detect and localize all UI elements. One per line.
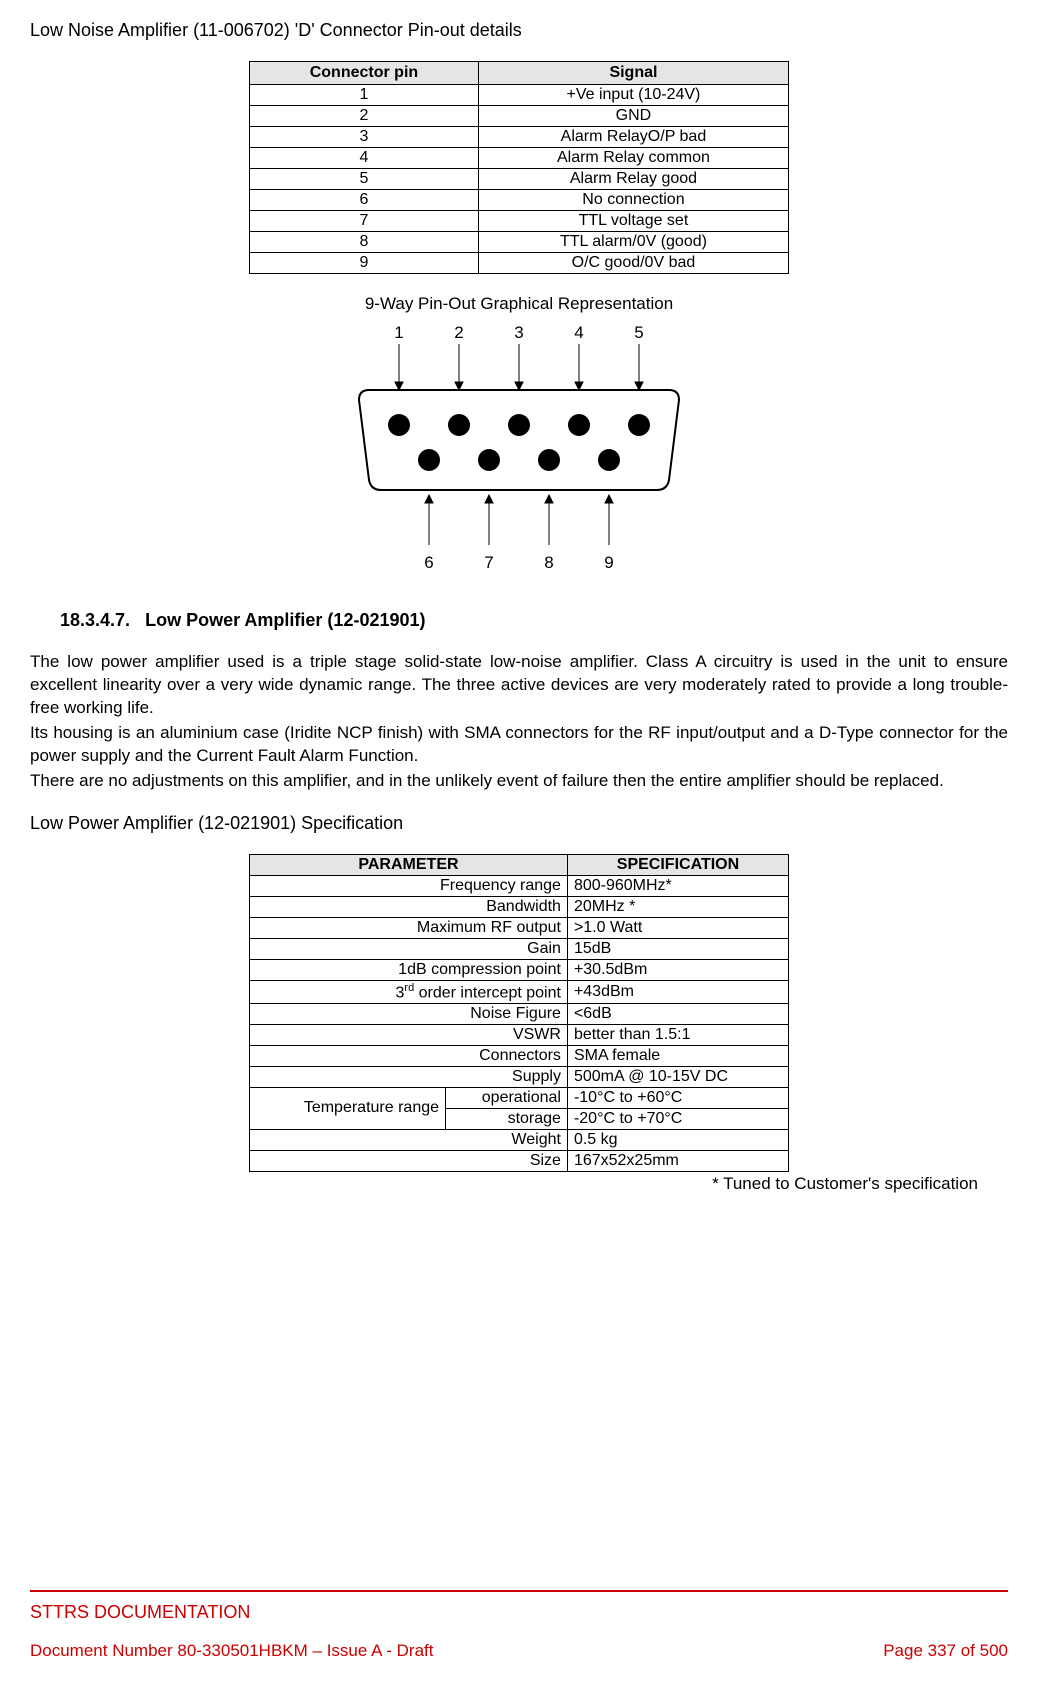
table-row: Maximum RF output>1.0 Watt xyxy=(250,917,789,938)
param-cell: Maximum RF output xyxy=(250,917,568,938)
paragraph-1: The low power amplifier used is a triple… xyxy=(30,651,1008,720)
footer-title: STTRS DOCUMENTATION xyxy=(30,1602,1008,1623)
table-row: Frequency range800-960MHz* xyxy=(250,875,789,896)
table-row: Gain15dB xyxy=(250,938,789,959)
signal-cell: +Ve input (10-24V) xyxy=(478,85,788,106)
pin-label-6: 6 xyxy=(424,553,433,572)
signal-cell: TTL voltage set xyxy=(478,211,788,232)
signal-cell: Alarm RelayO/P bad xyxy=(478,127,788,148)
pin-cell: 1 xyxy=(250,85,479,106)
param-cell: Weight xyxy=(250,1129,568,1150)
pin-cell: 6 xyxy=(250,190,479,211)
table-row: 9O/C good/0V bad xyxy=(250,253,789,274)
footer-rule xyxy=(30,1590,1008,1592)
spec-footnote: * Tuned to Customer's specification xyxy=(30,1174,978,1194)
signal-cell: Alarm Relay common xyxy=(478,148,788,169)
pin-label-7: 7 xyxy=(484,553,493,572)
pin-cell: 9 xyxy=(250,253,479,274)
param-group-cell: Temperature range xyxy=(250,1087,446,1129)
table-row: Size167x52x25mm xyxy=(250,1150,789,1171)
table-row: 1+Ve input (10-24V) xyxy=(250,85,789,106)
table-row: 8TTL alarm/0V (good) xyxy=(250,232,789,253)
param-cell: Supply xyxy=(250,1066,568,1087)
param-cell: Size xyxy=(250,1150,568,1171)
spec-header-value: SPECIFICATION xyxy=(567,854,788,875)
pin-label-3: 3 xyxy=(514,323,523,342)
table-row: Bandwidth20MHz * xyxy=(250,896,789,917)
param-cell: Frequency range xyxy=(250,875,568,896)
value-cell: 0.5 kg xyxy=(567,1129,788,1150)
value-cell: +43dBm xyxy=(567,980,788,1003)
pin-label-1: 1 xyxy=(394,323,403,342)
signal-cell: Alarm Relay good xyxy=(478,169,788,190)
pin-cell: 4 xyxy=(250,148,479,169)
table-row: Weight0.5 kg xyxy=(250,1129,789,1150)
value-cell: 167x52x25mm xyxy=(567,1150,788,1171)
table-row: Supply500mA @ 10-15V DC xyxy=(250,1066,789,1087)
paragraph-2: Its housing is an aluminium case (Iridit… xyxy=(30,722,1008,768)
table-row: 4Alarm Relay common xyxy=(250,148,789,169)
table-row: 7TTL voltage set xyxy=(250,211,789,232)
pin-label-4: 4 xyxy=(574,323,583,342)
pin-label-8: 8 xyxy=(544,553,553,572)
table-row: Temperature rangeoperational-10°C to +60… xyxy=(250,1087,789,1108)
subparam-cell: storage xyxy=(446,1108,568,1129)
param-cell: Connectors xyxy=(250,1045,568,1066)
spec-table: PARAMETER SPECIFICATION Frequency range8… xyxy=(249,854,789,1172)
connector-diagram: 1 2 3 4 5 xyxy=(329,320,709,580)
pin-table-header-pin: Connector pin xyxy=(250,62,479,85)
section-heading: 18.3.4.7. Low Power Amplifier (12-021901… xyxy=(60,610,1008,631)
table-row: Noise Figure<6dB xyxy=(250,1003,789,1024)
value-cell: +30.5dBm xyxy=(567,959,788,980)
pin-label-2: 2 xyxy=(454,323,463,342)
table-row: 3rd order intercept point+43dBm xyxy=(250,980,789,1003)
pin-cell: 5 xyxy=(250,169,479,190)
param-cell: 1dB compression point xyxy=(250,959,568,980)
value-cell: better than 1.5:1 xyxy=(567,1024,788,1045)
value-cell: SMA female xyxy=(567,1045,788,1066)
pin-cell: 7 xyxy=(250,211,479,232)
pin-cell: 3 xyxy=(250,127,479,148)
footer-page-number: Page 337 of 500 xyxy=(883,1641,1008,1661)
table-row: ConnectorsSMA female xyxy=(250,1045,789,1066)
table-row: 5Alarm Relay good xyxy=(250,169,789,190)
param-cell: VSWR xyxy=(250,1024,568,1045)
value-cell: -10°C to +60°C xyxy=(567,1087,788,1108)
pin-out-table: Connector pin Signal 1+Ve input (10-24V)… xyxy=(249,61,789,274)
param-cell: Bandwidth xyxy=(250,896,568,917)
signal-cell: O/C good/0V bad xyxy=(478,253,788,274)
signal-cell: No connection xyxy=(478,190,788,211)
spec-header-param: PARAMETER xyxy=(250,854,568,875)
pin-label-9: 9 xyxy=(604,553,613,572)
footer-doc-number: Document Number 80-330501HBKM – Issue A … xyxy=(30,1641,433,1661)
param-cell: 3rd order intercept point xyxy=(250,980,568,1003)
value-cell: <6dB xyxy=(567,1003,788,1024)
value-cell: 20MHz * xyxy=(567,896,788,917)
diagram-title: 9-Way Pin-Out Graphical Representation xyxy=(30,294,1008,314)
table-row: VSWRbetter than 1.5:1 xyxy=(250,1024,789,1045)
table-row: 3Alarm RelayO/P bad xyxy=(250,127,789,148)
value-cell: 15dB xyxy=(567,938,788,959)
signal-cell: TTL alarm/0V (good) xyxy=(478,232,788,253)
pin-cell: 2 xyxy=(250,106,479,127)
table-row: 2GND xyxy=(250,106,789,127)
pin-table-header-signal: Signal xyxy=(478,62,788,85)
param-cell: Gain xyxy=(250,938,568,959)
value-cell: -20°C to +70°C xyxy=(567,1108,788,1129)
param-cell: Noise Figure xyxy=(250,1003,568,1024)
paragraph-3: There are no adjustments on this amplifi… xyxy=(30,770,1008,793)
value-cell: 800-960MHz* xyxy=(567,875,788,896)
table-row: 6No connection xyxy=(250,190,789,211)
page-title: Low Noise Amplifier (11-006702) 'D' Conn… xyxy=(30,20,1008,41)
pin-cell: 8 xyxy=(250,232,479,253)
pin-label-5: 5 xyxy=(634,323,643,342)
section-number: 18.3.4.7. xyxy=(60,610,130,630)
section-title: Low Power Amplifier (12-021901) xyxy=(145,610,425,630)
table-row: 1dB compression point+30.5dBm xyxy=(250,959,789,980)
value-cell: >1.0 Watt xyxy=(567,917,788,938)
subparam-cell: operational xyxy=(446,1087,568,1108)
signal-cell: GND xyxy=(478,106,788,127)
spec-subtitle: Low Power Amplifier (12-021901) Specific… xyxy=(30,813,1008,834)
value-cell: 500mA @ 10-15V DC xyxy=(567,1066,788,1087)
